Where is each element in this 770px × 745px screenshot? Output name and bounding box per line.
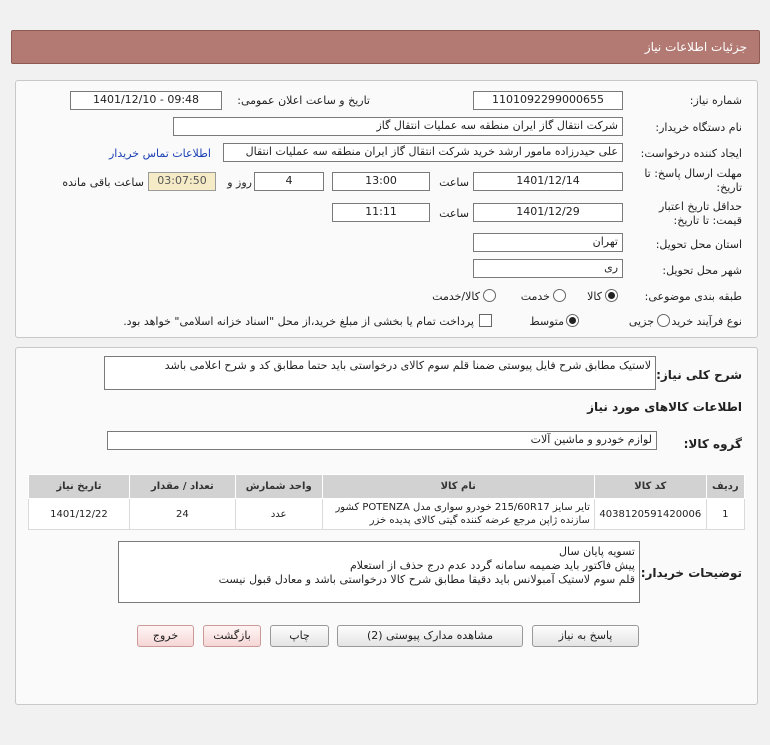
treasury-payment-note: پرداخت تمام یا بخشی از مبلغ خرید،از محل …: [123, 315, 474, 328]
goods-info-title: اطلاعات کالاهای مورد نیاز: [587, 400, 742, 414]
requester-field: علی حیدرزاده مامور ارشد خرید شرکت انتقال…: [223, 143, 623, 162]
validity-label-line2: قیمت: تا تاریخ:: [673, 214, 742, 227]
exit-button[interactable]: خروج: [137, 625, 194, 647]
view-attachments-button[interactable]: مشاهده مدارک پیوستی (2): [337, 625, 523, 647]
deadline-time-field: 13:00: [332, 172, 430, 191]
summary-label: شرح کلی نیاز:: [656, 368, 742, 382]
category-option-goods: کالا: [587, 290, 602, 303]
back-button[interactable]: بازگشت: [203, 625, 261, 647]
validity-date-field: 1401/12/29: [473, 203, 623, 222]
cell-date: 1401/12/22: [28, 498, 130, 530]
respond-button[interactable]: پاسخ به نیاز: [532, 625, 639, 647]
remaining-label: ساعت باقی مانده: [62, 176, 144, 189]
goods-group-field: لوازم خودرو و ماشین آلات: [107, 431, 657, 450]
category-radio-service[interactable]: [553, 289, 566, 302]
cell-name: تایر سایز 215/60R17 خودرو سواری مدل POTE…: [321, 498, 595, 530]
deadline-date-field: 1401/12/14: [473, 172, 623, 191]
process-option-minor: جزیی: [628, 315, 654, 328]
announce-label: تاریخ و ساعت اعلان عمومی:: [237, 94, 370, 107]
need-number-label: شماره نیاز:: [689, 94, 742, 107]
need-number-field: 1101092299000655: [473, 91, 623, 110]
summary-field: لاستیک مطابق شرح فایل پیوستی ضمنا قلم سو…: [104, 356, 656, 390]
col-unit: واحد شمارش: [234, 474, 323, 499]
remaining-time-field: 03:07:50: [148, 172, 216, 191]
validity-time-label: ساعت: [439, 207, 469, 220]
page-title: جزئیات اطلاعات نیاز: [644, 40, 747, 54]
col-code: کد کالا: [593, 474, 707, 499]
category-option-service: خدمت: [520, 290, 550, 303]
buyer-notes-field: تسویه پایان سال پیش فاکتور باید ضمیمه سا…: [118, 541, 640, 603]
cell-row: 1: [705, 498, 746, 530]
deadline-time-label: ساعت: [439, 176, 469, 189]
col-qty: تعداد / مقدار: [128, 474, 236, 499]
days-label: روز و: [227, 176, 252, 189]
buyer-notes-label: توضیحات خریدار:: [640, 566, 742, 580]
city-field: ری: [473, 259, 623, 278]
col-row: ردیف: [705, 474, 746, 499]
page-header: جزئیات اطلاعات نیاز: [11, 30, 760, 64]
col-name: نام کالا: [321, 474, 595, 499]
buyer-note-line: قلم سوم لاستیک آمبولانس باید دقیقا مطابق…: [218, 573, 635, 586]
deadline-label-line1: مهلت ارسال پاسخ: تا: [644, 167, 742, 180]
category-label: طبقه بندی موضوعی:: [644, 290, 742, 303]
province-field: تهران: [473, 233, 623, 252]
validity-time-field: 11:11: [332, 203, 430, 222]
treasury-payment-checkbox[interactable]: [479, 314, 492, 327]
announce-field: 1401/12/10 - 09:48: [70, 91, 222, 110]
requester-label: ایجاد کننده درخواست:: [640, 147, 742, 160]
buyer-org-field: شرکت انتقال گاز ایران منطقه سه عملیات ان…: [173, 117, 623, 136]
validity-label-line1: حداقل تاریخ اعتبار: [658, 200, 742, 213]
goods-group-label: گروه کالا:: [683, 437, 742, 451]
days-field: 4: [254, 172, 324, 191]
cell-qty: 24: [128, 498, 236, 530]
city-label: شهر محل تحویل:: [662, 264, 742, 277]
cell-code: 4038120591420006: [593, 498, 707, 530]
process-radio-minor[interactable]: [657, 314, 670, 327]
process-option-medium: متوسط: [529, 315, 564, 328]
buyer-org-label: نام دستگاه خریدار:: [655, 121, 742, 134]
goods-table: ردیف کد کالا نام کالا واحد شمارش تعداد /…: [28, 474, 746, 530]
province-label: استان محل تحویل:: [655, 238, 742, 251]
buyer-note-line: تسویه پایان سال: [559, 545, 635, 558]
buyer-contact-link[interactable]: اطلاعات تماس خریدار: [109, 147, 211, 160]
buyer-note-line: پیش فاکتور باید ضمیمه سامانه گردد عدم در…: [349, 559, 635, 572]
table-row: 1 4038120591420006 تایر سایز 215/60R17 خ…: [28, 498, 746, 530]
process-label: نوع فرآیند خرید :: [664, 315, 742, 328]
print-button[interactable]: چاپ: [270, 625, 329, 647]
cell-unit: عدد: [234, 498, 323, 530]
goods-table-header: ردیف کد کالا نام کالا واحد شمارش تعداد /…: [28, 474, 746, 499]
deadline-label-line2: تاریخ:: [716, 181, 742, 194]
process-radio-medium[interactable]: [566, 314, 579, 327]
category-radio-goods-service[interactable]: [483, 289, 496, 302]
category-radio-goods[interactable]: [605, 289, 618, 302]
category-option-goods-service: کالا/خدمت: [432, 290, 480, 303]
col-date: تاریخ نیاز: [28, 474, 130, 499]
